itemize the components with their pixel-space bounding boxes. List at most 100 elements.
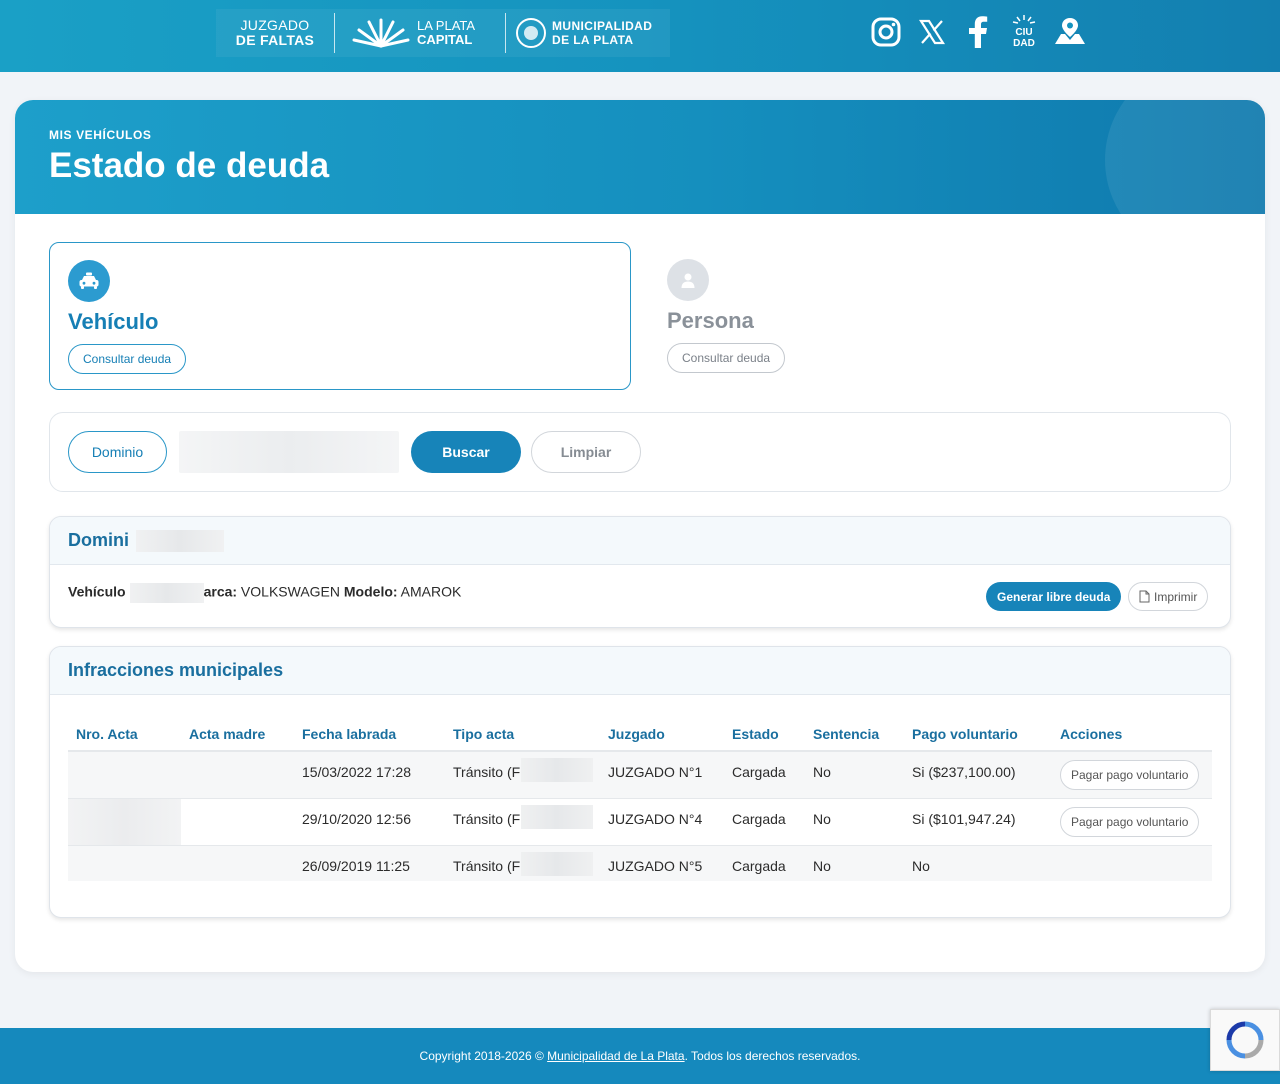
domain-panel: Domini Vehículo arca: VOLKSWAGEN Modelo: … [49,516,1231,628]
location-icon[interactable] [1052,12,1088,52]
recaptcha-badge[interactable] [1210,1009,1280,1071]
tipo-text: Tránsito (F [453,764,521,780]
page-header: MIS VEHÍCULOS Estado de deuda [15,100,1265,214]
acta-madre-cell [181,751,294,799]
vehicle-label: Vehículo [68,583,126,600]
search-form: Dominio Buscar Limpiar [49,412,1231,492]
generar-libre-deuda-button[interactable]: Generar libre deuda [986,582,1122,611]
option-vehiculo-title: Vehículo [68,309,159,334]
footer: Copyright 2018-2026 © Municipalidad de L… [0,1028,1280,1084]
fecha-cell: 29/10/2020 12:56 [294,798,445,846]
domain-panel-header: Domini [50,517,1230,565]
tipo-text: Tránsito (F [453,810,521,827]
limpiar-button[interactable]: Limpiar [531,431,641,473]
imprimir-label: Imprimir [1154,589,1198,604]
laplata-logo-line2: CAPITAL [417,32,473,47]
copyright-suffix: . Todos los derechos reservados. [684,1049,861,1063]
table-row: 15/03/2022 17:28 Tránsito (F JUZGADO N°1… [68,751,1212,799]
svg-text:CIU: CIU [1015,27,1032,38]
option-vehiculo[interactable]: Vehículo Consultar deuda [49,242,631,390]
column-header: Pago voluntario [904,717,1052,752]
column-header: Sentencia [805,717,904,752]
tipo-cell: Tránsito (F [445,798,600,846]
user-icon [667,259,709,301]
column-header: Acciones [1052,717,1212,752]
municipalidad-logo: MUNICIPALIDAD DE LA PLATA [506,18,652,48]
tipo-cell: Tránsito (F [445,845,600,881]
column-header: Nro. Acta [68,717,181,752]
table-row: 29/10/2020 12:56 Tránsito (F JUZGADO N°4… [68,798,1212,846]
hero-decoration [1105,100,1265,214]
laplata-logo-line1: LA PLATA [417,18,476,33]
dominio-input[interactable] [179,431,399,473]
svg-text:DAD: DAD [1013,38,1035,49]
pago-cell: Si ($237,100.00) [904,751,1052,799]
consultar-deuda-persona-button[interactable]: Consultar deuda [667,343,786,373]
option-persona-title: Persona [667,308,754,333]
acta-cell-redacted [68,751,181,799]
copyright-text: Copyright 2018-2026 © Municipalidad de L… [0,1049,1280,1063]
infracciones-panel-title: Infracciones municipales [68,660,284,680]
main-card: MIS VEHÍCULOS Estado de deuda Vehículo C… [15,100,1265,972]
table-header-row: Nro. Acta Acta madre Fecha labrada Tipo … [68,717,1212,752]
facebook-icon[interactable] [960,12,996,52]
acciones-cell: Pagar pago voluntario [1052,798,1212,846]
pagar-pago-voluntario-button[interactable]: Pagar pago voluntario [1060,760,1200,790]
acta-cell-redacted [68,845,181,881]
x-icon[interactable] [914,12,950,52]
muni-logo-line1: MUNICIPALIDAD [552,19,653,33]
page-title: Estado de deuda [49,146,330,185]
acta-madre-cell [181,798,294,846]
sentencia-cell: No [805,751,904,799]
infracciones-panel: Infracciones municipales Nro. Acta Acta … [49,646,1231,918]
sentencia-cell: No [805,798,904,846]
estado-cell: Cargada [724,751,805,799]
estado-cell: Cargada [724,798,805,846]
marca-value: VOLKSWAGEN [237,583,344,600]
top-bar: JUZGADO DE FALTAS LA PLATA CAPITAL MUNIC… [0,0,1280,72]
juzgado-logo: JUZGADO DE FALTAS [216,18,334,48]
infracciones-panel-header: Infracciones municipales [50,647,1230,695]
pdf-file-icon [1139,590,1150,603]
tipo-text: Tránsito (F [453,857,521,874]
imprimir-button[interactable]: Imprimir [1128,582,1209,611]
buscar-button[interactable]: Buscar [411,431,521,473]
column-header: Tipo acta [445,717,600,752]
acciones-cell [1052,845,1212,881]
domain-panel-title: Domini [68,530,129,550]
estado-cell: Cargada [724,845,805,881]
vehicle-details: Vehículo arca: VOLKSWAGEN Modelo: AMAROK [68,583,461,603]
table-row: 26/09/2019 11:25 Tránsito (F JUZGADO N°5… [68,845,1212,881]
sun-rays-icon [352,18,410,48]
option-persona[interactable]: Persona Consultar deuda [649,242,1231,390]
column-header: Acta madre [181,717,294,752]
instagram-icon[interactable] [868,12,904,52]
marca-label: arca: [203,583,238,600]
laplata-capital-logo: LA PLATA CAPITAL [335,16,505,50]
fecha-cell: 15/03/2022 17:28 [294,751,445,799]
modelo-label: Modelo: [343,583,398,600]
redacted-vehicle [129,583,204,603]
juzgado-cell: JUZGADO N°5 [600,845,724,881]
recaptcha-icon [1226,1021,1264,1059]
pago-cell: Si ($101,947.24) [904,798,1052,846]
redacted-domain [136,530,224,552]
car-icon [68,260,110,302]
seal-icon [516,18,546,48]
redacted-tipo [521,851,593,876]
sentencia-cell: No [805,845,904,881]
pago-cell: No [904,845,1052,881]
brand-logos[interactable]: JUZGADO DE FALTAS LA PLATA CAPITAL MUNIC… [216,9,670,57]
column-header: Fecha labrada [294,717,445,752]
juzgado-logo-line1: JUZGADO [240,17,310,33]
modelo-value: AMAROK [397,583,462,600]
redacted-tipo [521,804,593,829]
ciudad-icon[interactable]: CIU DAD [1006,12,1042,52]
search-type-dominio-button[interactable]: Dominio [68,431,167,473]
social-links: CIU DAD [868,12,1088,52]
tipo-cell: Tránsito (F [445,751,600,799]
consultar-deuda-vehiculo-button[interactable]: Consultar deuda [68,344,187,374]
pagar-pago-voluntario-button[interactable]: Pagar pago voluntario [1060,806,1200,837]
municipalidad-link[interactable]: Municipalidad de La Plata [547,1049,684,1063]
column-header: Juzgado [600,717,724,752]
